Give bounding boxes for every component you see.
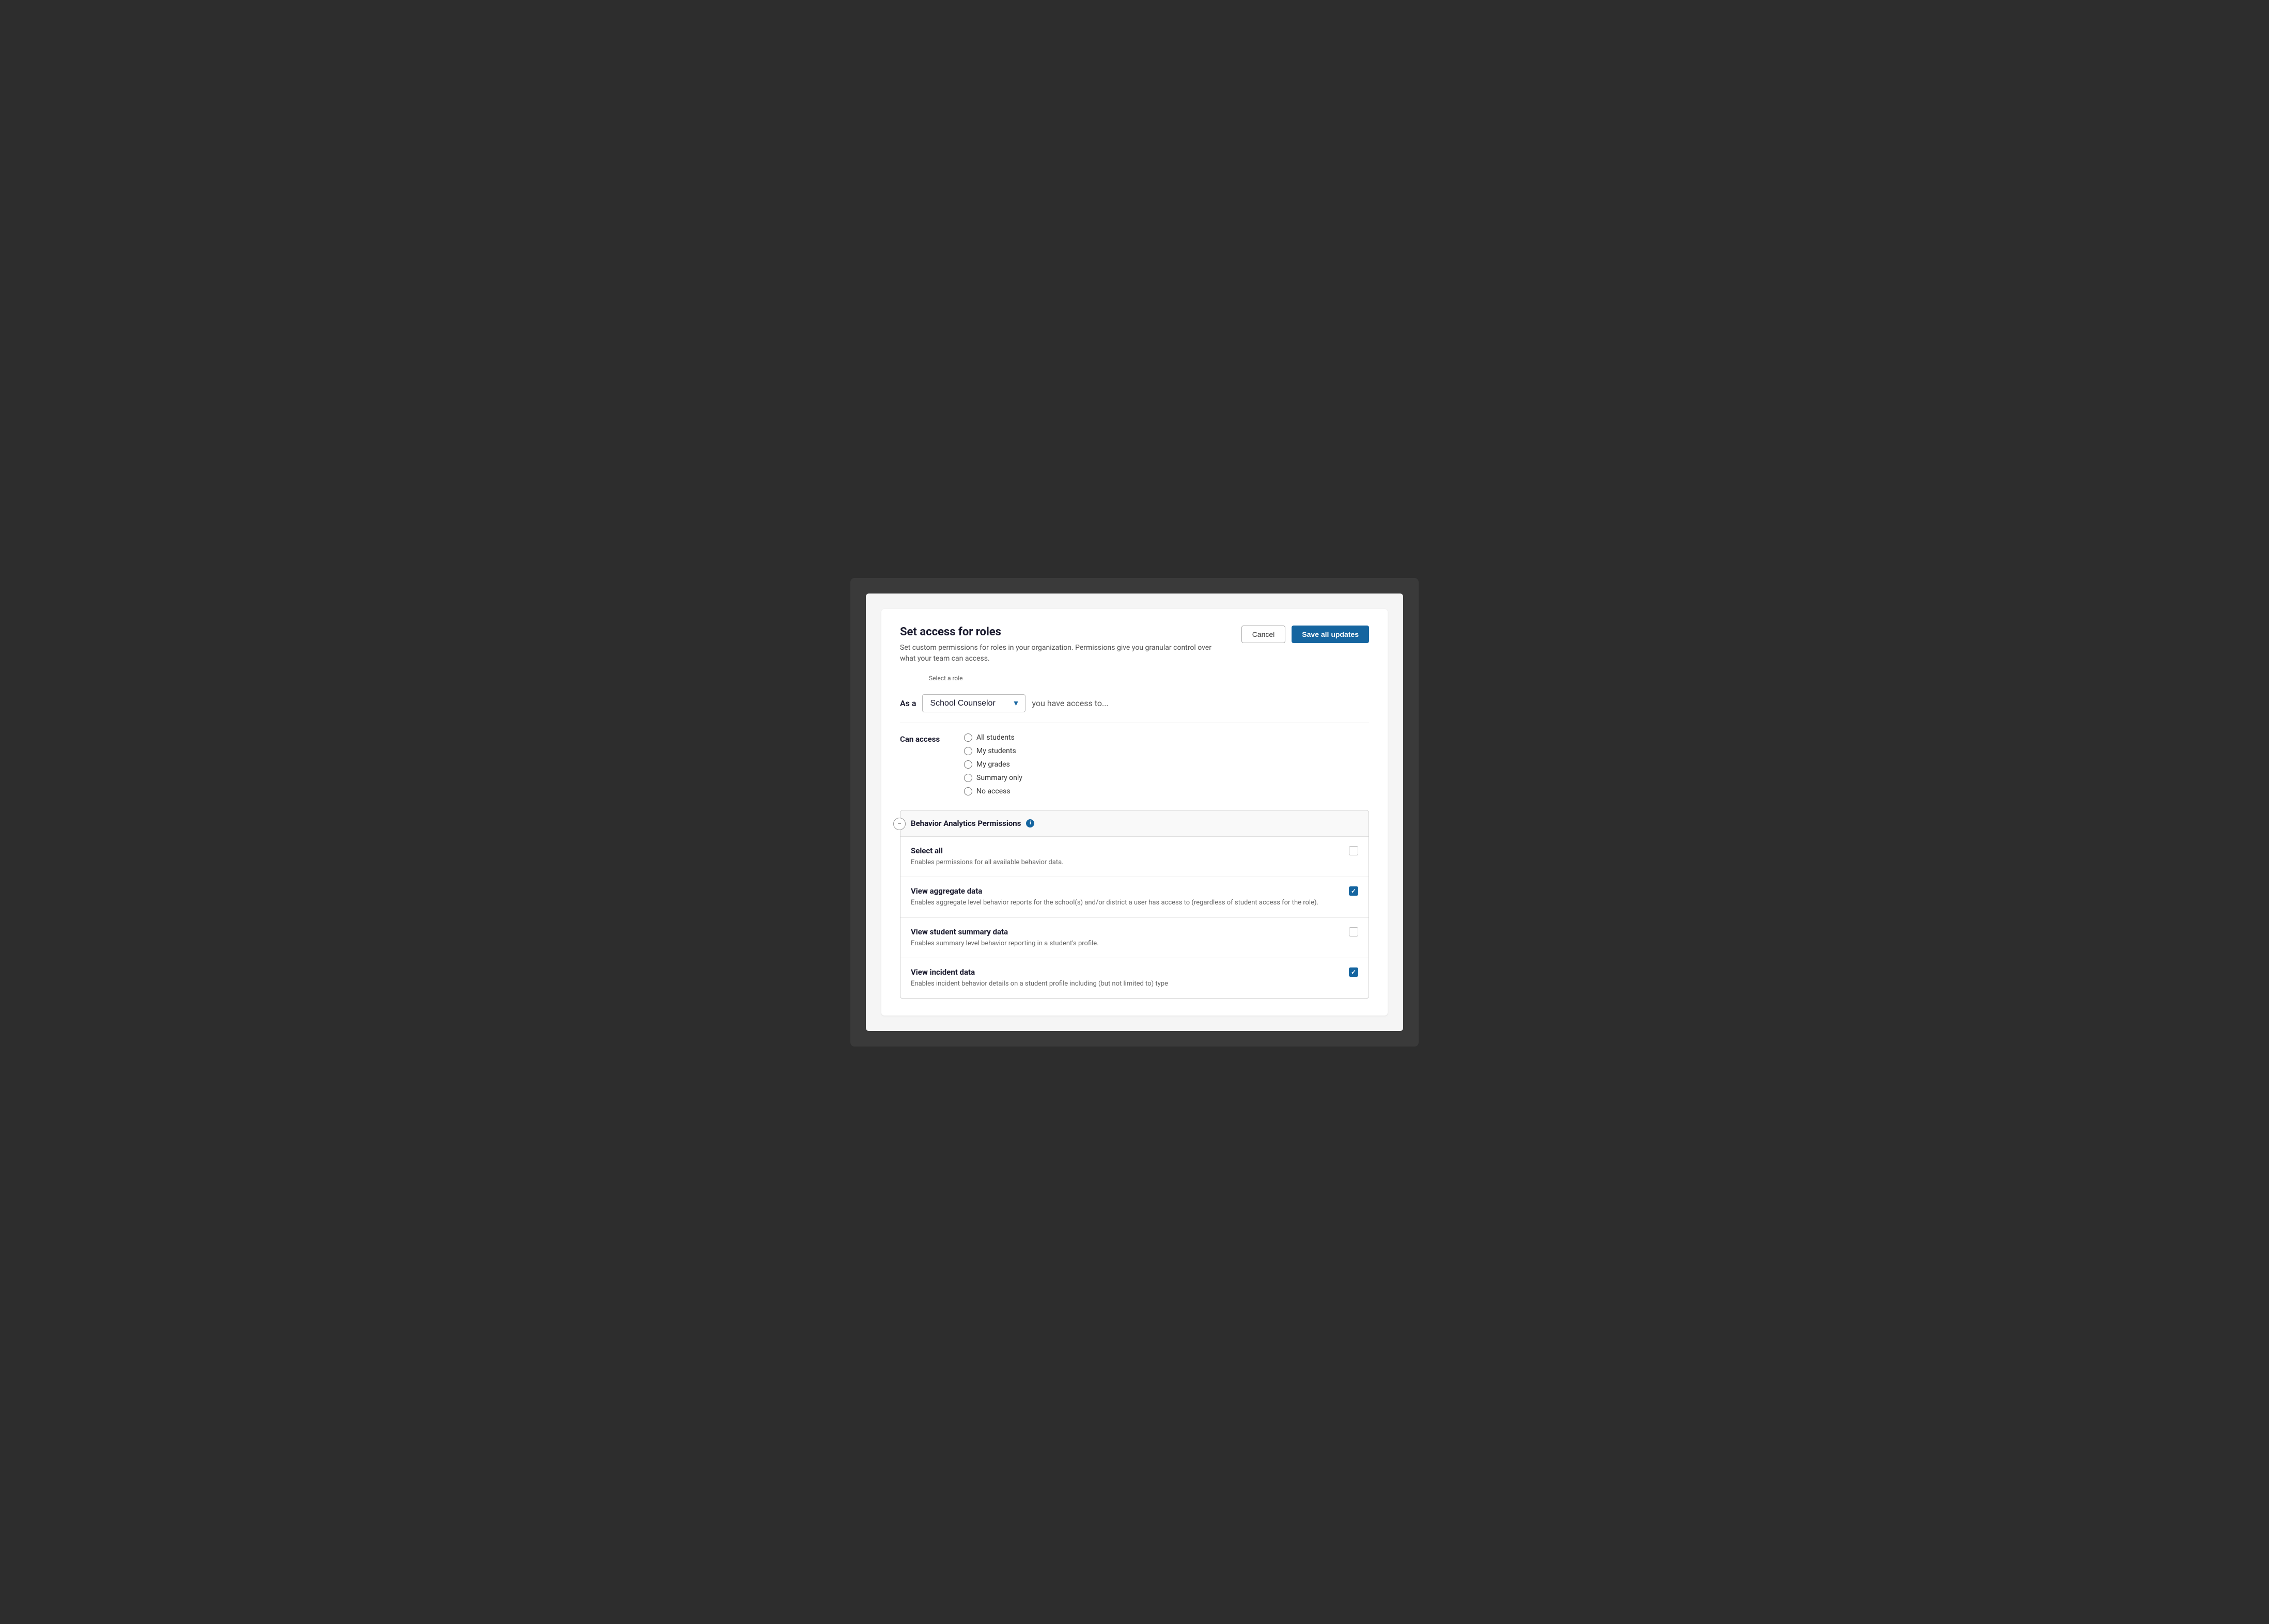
- can-access-label: Can access: [900, 733, 952, 744]
- permission-desc-select-all: Enables permissions for all available be…: [911, 857, 1339, 868]
- permission-name-incident: View incident data: [911, 967, 1339, 977]
- role-select-wrapper: School Counselor Teacher Administrator P…: [922, 694, 1025, 712]
- permission-desc-summary: Enables summary level behavior reporting…: [911, 939, 1339, 949]
- permissions-title: Behavior Analytics Permissions: [911, 819, 1021, 828]
- radio-label-my-students: My students: [976, 747, 1016, 755]
- permission-name-summary: View student summary data: [911, 927, 1339, 936]
- permission-desc-incident: Enables incident behavior details on a s…: [911, 979, 1339, 989]
- card-header: Set access for roles Set custom permissi…: [900, 626, 1369, 664]
- radio-label-all-students: All students: [976, 733, 1015, 742]
- permission-row-summary: View student summary data Enables summar…: [900, 918, 1369, 959]
- radio-item-my-grades[interactable]: My grades: [964, 760, 1022, 769]
- permission-info-aggregate: View aggregate data Enables aggregate le…: [911, 886, 1349, 908]
- permission-row-incident: View incident data Enables incident beha…: [900, 958, 1369, 998]
- radio-list: All students My students My grades: [964, 733, 1022, 795]
- radio-label-no-access: No access: [976, 787, 1011, 795]
- inner-background: Set access for roles Set custom permissi…: [866, 594, 1403, 1031]
- radio-item-all-students[interactable]: All students: [964, 733, 1022, 742]
- header-text: Set access for roles Set custom permissi…: [900, 626, 1220, 664]
- checkbox-summary[interactable]: [1349, 927, 1358, 936]
- permission-row-select-all: Select all Enables permissions for all a…: [900, 837, 1369, 878]
- radio-item-summary-only[interactable]: Summary only: [964, 774, 1022, 782]
- checkbox-select-all[interactable]: [1349, 846, 1358, 855]
- radio-no-access[interactable]: [964, 787, 972, 795]
- checkbox-wrapper-incident: [1349, 967, 1358, 977]
- permission-info-select-all: Select all Enables permissions for all a…: [911, 846, 1349, 868]
- radio-summary-only[interactable]: [964, 774, 972, 782]
- role-selector-row: As a School Counselor Teacher Administra…: [900, 694, 1369, 712]
- role-select[interactable]: School Counselor Teacher Administrator P…: [922, 694, 1025, 712]
- header-buttons: Cancel Save all updates: [1241, 626, 1369, 643]
- save-button[interactable]: Save all updates: [1292, 626, 1369, 643]
- checkbox-wrapper-summary: [1349, 927, 1358, 936]
- permissions-header: Behavior Analytics Permissions i: [900, 810, 1369, 837]
- permission-name-select-all: Select all: [911, 846, 1339, 855]
- permission-name-aggregate: View aggregate data: [911, 886, 1339, 896]
- radio-label-my-grades: My grades: [976, 760, 1010, 769]
- can-access-row: Can access All students My students M: [900, 733, 1369, 795]
- collapse-button[interactable]: −: [893, 818, 906, 830]
- main-card: Set access for roles Set custom permissi…: [881, 609, 1388, 1016]
- outer-frame: Set access for roles Set custom permissi…: [850, 578, 1419, 1047]
- role-selector-label: Select a role: [929, 675, 1369, 682]
- permission-row-aggregate: View aggregate data Enables aggregate le…: [900, 877, 1369, 918]
- you-have-access-text: you have access to...: [1032, 698, 1108, 708]
- permission-desc-aggregate: Enables aggregate level behavior reports…: [911, 898, 1339, 908]
- as-a-label: As a: [900, 698, 916, 708]
- cancel-button[interactable]: Cancel: [1241, 626, 1286, 643]
- permission-info-summary: View student summary data Enables summar…: [911, 927, 1349, 949]
- info-icon[interactable]: i: [1026, 819, 1034, 827]
- checkbox-incident[interactable]: [1349, 967, 1358, 977]
- can-access-section: Can access All students My students M: [900, 733, 1369, 795]
- radio-item-no-access[interactable]: No access: [964, 787, 1022, 795]
- radio-all-students[interactable]: [964, 733, 972, 742]
- permissions-section: − Behavior Analytics Permissions i Selec…: [900, 810, 1369, 999]
- page-description: Set custom permissions for roles in your…: [900, 643, 1220, 664]
- permission-info-incident: View incident data Enables incident beha…: [911, 967, 1349, 989]
- radio-my-students[interactable]: [964, 747, 972, 755]
- radio-item-my-students[interactable]: My students: [964, 747, 1022, 755]
- page-title: Set access for roles: [900, 626, 1220, 638]
- checkbox-wrapper-aggregate: [1349, 886, 1358, 896]
- checkbox-wrapper-select-all: [1349, 846, 1358, 855]
- radio-my-grades[interactable]: [964, 760, 972, 769]
- checkbox-aggregate[interactable]: [1349, 886, 1358, 896]
- radio-label-summary-only: Summary only: [976, 774, 1022, 782]
